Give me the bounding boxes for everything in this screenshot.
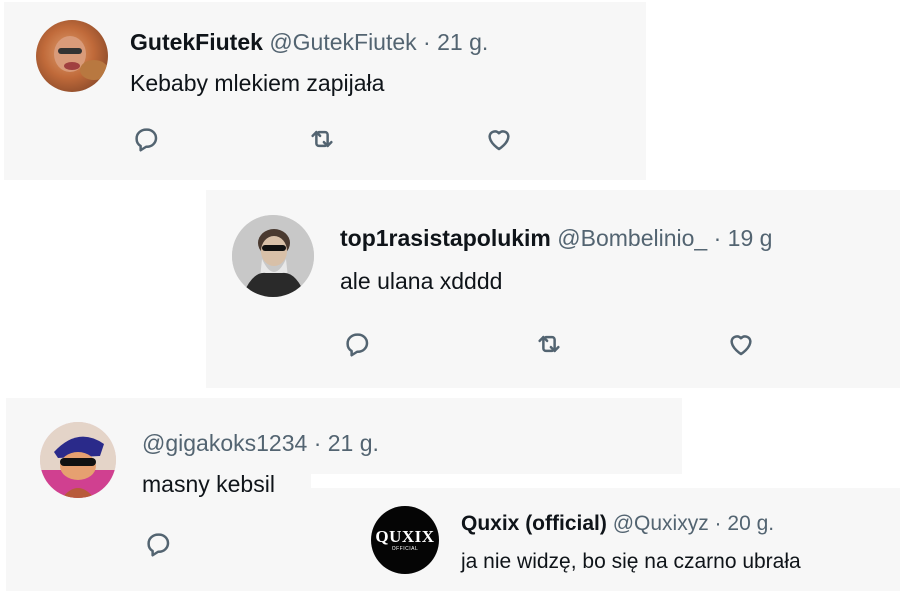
timestamp[interactable]: 21 g. bbox=[437, 29, 488, 55]
handle[interactable]: @gigakoks1234 bbox=[142, 430, 307, 456]
timestamp[interactable]: 21 g. bbox=[328, 430, 379, 456]
handle[interactable]: @Quxixyz bbox=[613, 512, 709, 535]
tweet-text: ale ulana xdddd bbox=[340, 268, 503, 294]
tweet-header: @gigakoks1234 · 21 g. bbox=[142, 429, 379, 457]
tweet-header: GutekFiutek @GutekFiutek · 21 g. bbox=[130, 28, 488, 56]
reply-button[interactable] bbox=[340, 327, 374, 361]
timestamp[interactable]: 20 g. bbox=[727, 512, 774, 535]
tweet-card-gutekfiutek[interactable]: GutekFiutek @GutekFiutek · 21 g. Kebaby … bbox=[4, 2, 646, 180]
reply-icon bbox=[147, 533, 170, 557]
tweet-text: masny kebsil bbox=[142, 471, 275, 497]
tweet-card-quxix[interactable]: QUXIX OFFICIAL Quxix (official) @Quxixyz… bbox=[311, 474, 900, 591]
display-name[interactable]: GutekFiutek bbox=[130, 29, 263, 55]
avatar[interactable] bbox=[36, 20, 108, 92]
tweet-text: ja nie widzę, bo się na czarno ubrała bbox=[461, 550, 801, 573]
like-icon bbox=[730, 335, 752, 356]
reply-icon bbox=[346, 333, 369, 357]
handle[interactable]: @GutekFiutek bbox=[269, 29, 416, 55]
separator: · bbox=[714, 512, 722, 535]
like-icon bbox=[488, 130, 510, 151]
retweet-button[interactable] bbox=[305, 122, 339, 156]
retweet-icon bbox=[538, 335, 560, 353]
tweet-header: Quxix (official) @Quxixyz · 20 g. bbox=[461, 510, 774, 538]
display-name[interactable]: top1rasistapolukim bbox=[340, 225, 551, 251]
separator: · bbox=[313, 430, 322, 456]
like-button[interactable] bbox=[724, 327, 758, 361]
separator: · bbox=[713, 225, 722, 251]
avatar[interactable] bbox=[40, 422, 116, 498]
avatar[interactable] bbox=[232, 215, 314, 297]
reply-icon bbox=[135, 128, 158, 152]
avatar-photo-icon bbox=[232, 215, 314, 297]
tweet-text: Kebaby mlekiem zapijała bbox=[130, 70, 385, 96]
like-button[interactable] bbox=[482, 122, 516, 156]
reply-button[interactable] bbox=[141, 527, 175, 561]
card-top-gap bbox=[311, 474, 900, 488]
retweet-icon bbox=[311, 130, 333, 148]
avatar-logo-sub: OFFICIAL bbox=[391, 545, 419, 552]
separator: · bbox=[423, 29, 431, 55]
avatar-photo-icon bbox=[40, 422, 116, 498]
avatar-logo-text: QUXIX bbox=[375, 526, 435, 546]
retweet-button[interactable] bbox=[532, 327, 566, 361]
reply-button[interactable] bbox=[129, 122, 163, 156]
tweet-card-bombelinio[interactable]: top1rasistapolukim @Bombelinio_ · 19 g a… bbox=[206, 190, 900, 388]
avatar[interactable]: QUXIX OFFICIAL bbox=[371, 506, 439, 574]
timestamp[interactable]: 19 g bbox=[728, 225, 773, 251]
handle[interactable]: @Bombelinio_ bbox=[557, 225, 707, 251]
display-name[interactable]: Quxix (official) bbox=[461, 512, 607, 535]
tweet-header: top1rasistapolukim @Bombelinio_ · 19 g bbox=[340, 224, 772, 252]
avatar-photo-icon bbox=[54, 36, 108, 80]
